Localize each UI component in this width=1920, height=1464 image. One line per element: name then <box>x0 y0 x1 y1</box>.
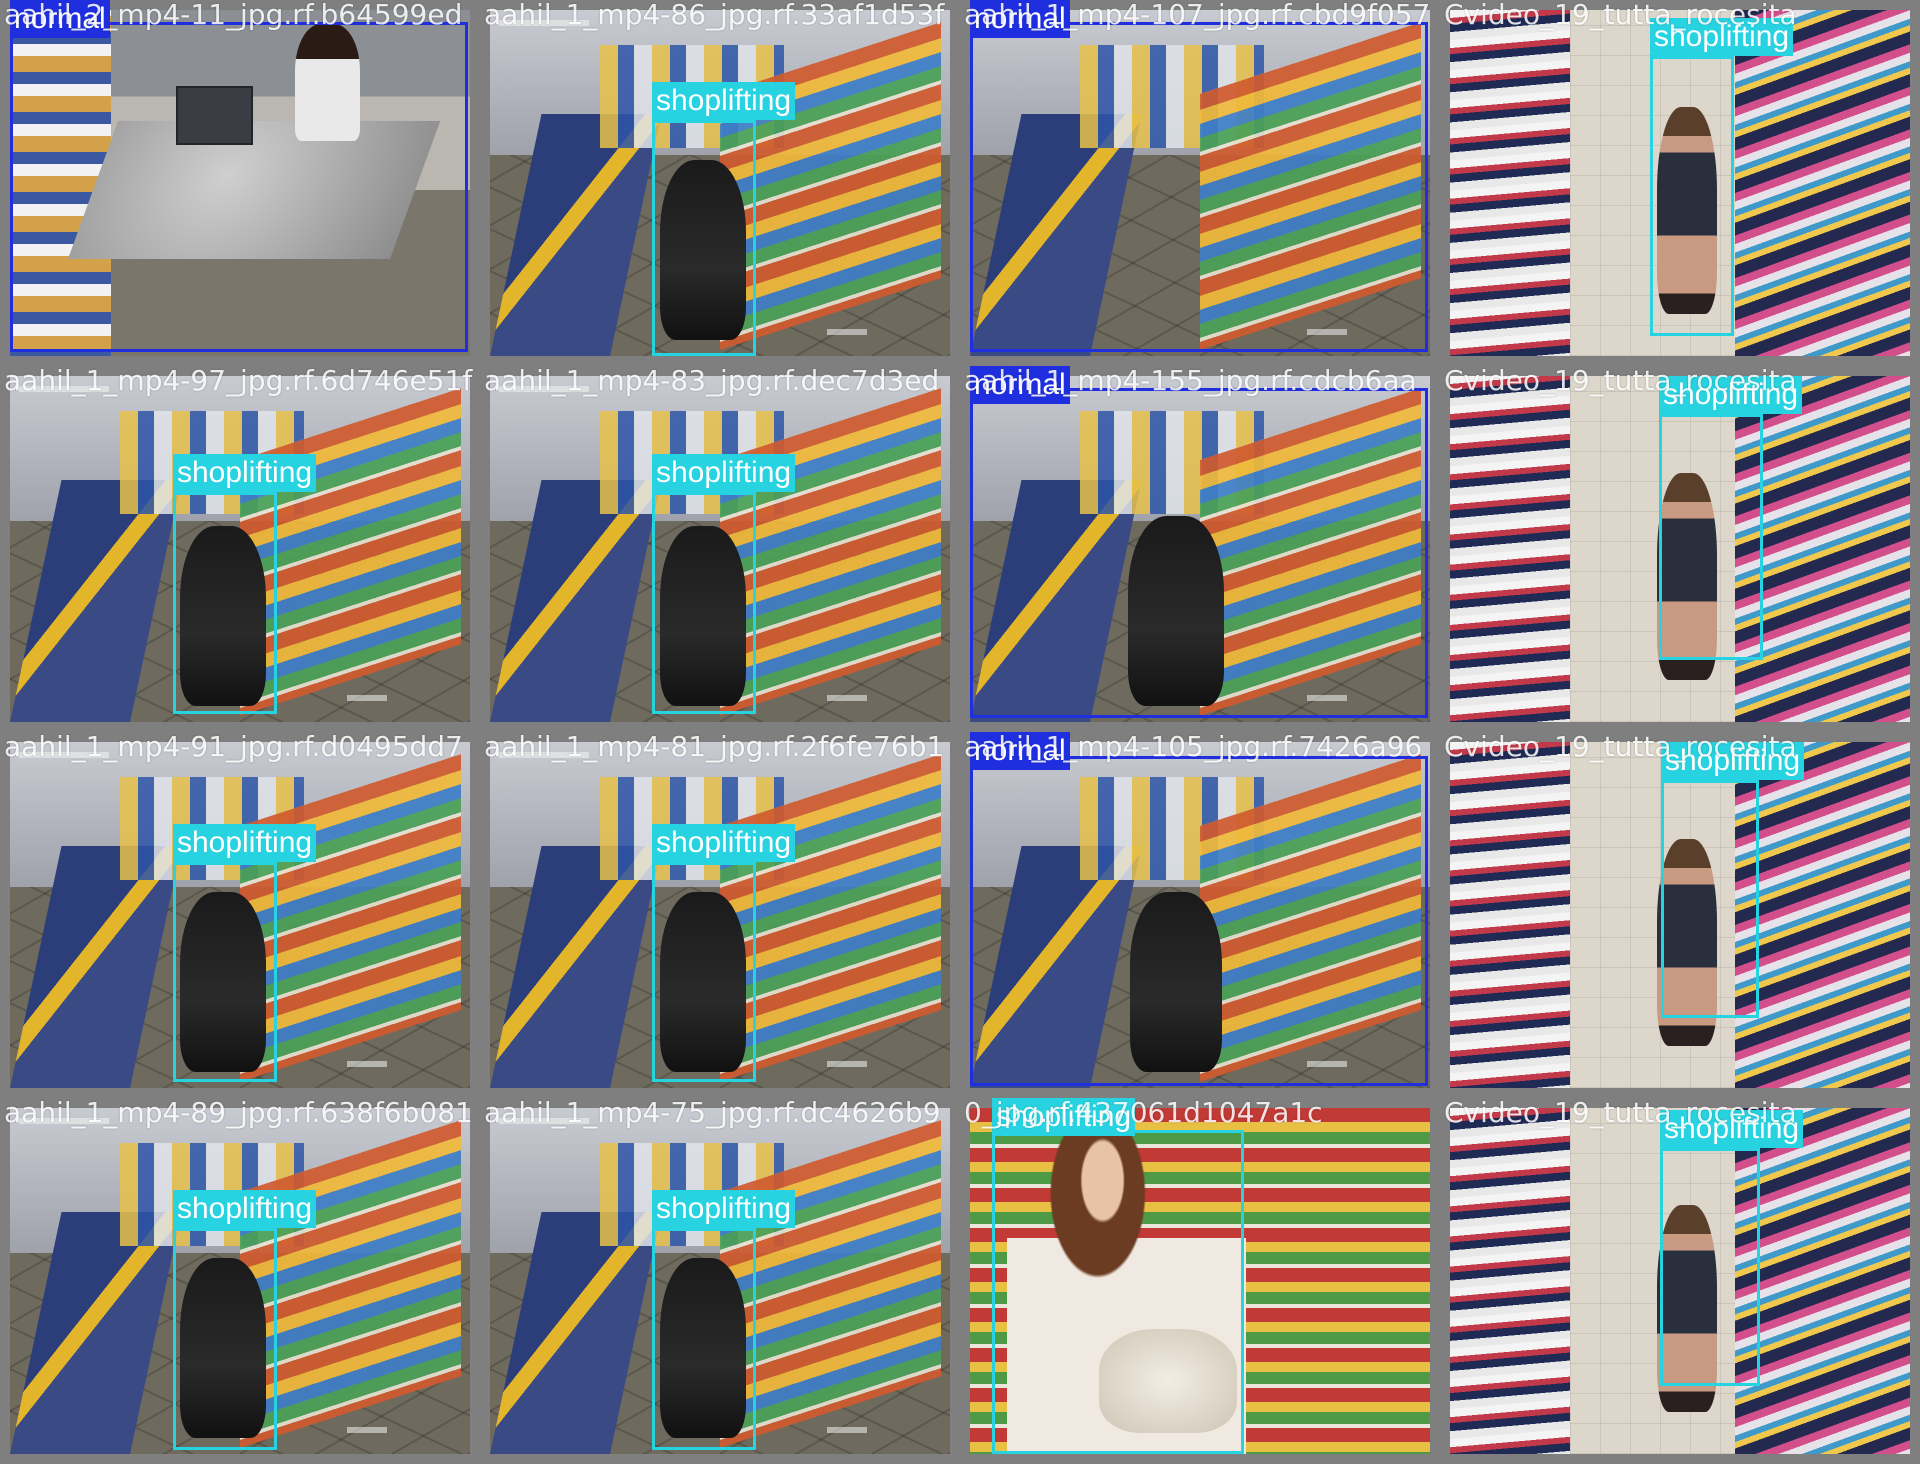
image-filename: aahil_1_mp4-89_jpg.rf.638f6b081 <box>4 1098 473 1129</box>
image-filename: aahil_1_mp4-107_jpg.rf.cbd9f057 <box>964 0 1431 31</box>
right-rack <box>1735 1108 1910 1454</box>
bounding-box <box>1661 780 1759 1018</box>
bounding-box <box>173 862 277 1082</box>
bounding-box <box>1660 1148 1760 1386</box>
bounding-box <box>173 1228 277 1450</box>
image-filename: aahil_1_mp4-155_jpg.rf.cdcb6aa <box>964 366 1417 397</box>
bounding-box <box>970 388 1428 718</box>
mosaic-tile: shoplifting Cvideo_19_tutta_rocesita <box>1440 366 1920 732</box>
bounding-box <box>652 492 756 714</box>
image-filename: aahil_1_mp4-83_jpg.rf.dec7d3ed <box>484 366 940 397</box>
bounding-box <box>173 492 277 714</box>
mosaic-tile: shoplifting Cvideo_19_tutta_rocesita <box>1440 1098 1920 1464</box>
camera-label-overlay <box>347 1427 388 1434</box>
left-rack <box>1450 1108 1570 1454</box>
bounding-box <box>1659 414 1763 660</box>
left-rack <box>1450 742 1570 1088</box>
bounding-box <box>992 1130 1244 1454</box>
class-label: shoplifting <box>173 1190 317 1228</box>
bounding-box <box>652 862 756 1082</box>
mosaic-tile: shoplifting aahil_1_mp4-83_jpg.rf.dec7d3e… <box>480 366 960 732</box>
camera-label-overlay <box>827 695 868 702</box>
bounding-box <box>970 756 1428 1086</box>
mosaic-tile: normal aahil_1_mp4-107_jpg.rf.cbd9f057 <box>960 0 1440 366</box>
mosaic-tile: shoplifting aahil_1_mp4-86_jpg.rf.33af1d5… <box>480 0 960 366</box>
image-filename: aahil_1_mp4-81_jpg.rf.2f6fe76b1 <box>484 732 945 763</box>
class-label: shoplifting <box>652 824 796 862</box>
image-filename: 0_jpg.rf.437061d1047a1c <box>964 1098 1323 1129</box>
image-filename: aahil_1_mp4-91_jpg.rf.d0495dd7 <box>4 732 463 763</box>
camera-label-overlay <box>827 1427 868 1434</box>
bounding-box <box>652 1228 756 1450</box>
image-filename: Cvideo_19_tutta_rocesita <box>1444 0 1797 31</box>
image-filename: Cvideo_19_tutta_rocesita <box>1444 732 1797 763</box>
right-rack <box>1735 10 1910 356</box>
mosaic-tile: shoplifting aahil_1_mp4-89_jpg.rf.638f6b0… <box>0 1098 480 1464</box>
mosaic-tile: normal aahil_1_mp4-105_jpg.rf.7426a96 <box>960 732 1440 1098</box>
class-label: shoplifting <box>173 824 317 862</box>
mosaic-tile: shoplifting 0_jpg.rf.437061d1047a1c <box>960 1098 1440 1464</box>
left-rack <box>1450 376 1570 722</box>
image-filename: aahil_1_mp4-97_jpg.rf.6d746e51f <box>4 366 473 397</box>
camera-label-overlay <box>827 1061 868 1068</box>
mosaic-tile: shoplifting aahil_1_mp4-91_jpg.rf.d0495dd… <box>0 732 480 1098</box>
mosaic-tile: shoplifting Cvideo_19_tutta_rocesita <box>1440 732 1920 1098</box>
camera-label-overlay <box>347 695 388 702</box>
image-filename: Cvideo_19_tutta_rocesita <box>1444 366 1797 397</box>
right-rack <box>1735 742 1910 1088</box>
mosaic-tile: normal aahil_1_mp4-155_jpg.rf.cdcb6aa <box>960 366 1440 732</box>
class-label: shoplifting <box>652 1190 796 1228</box>
class-label: shoplifting <box>652 454 796 492</box>
bounding-box <box>1650 56 1734 336</box>
detection-mosaic: normal aahil_2_mp4-11_jpg.rf.b64599ed shop… <box>0 0 1920 1464</box>
image-filename: aahil_1_mp4-105_jpg.rf.7426a96 <box>964 732 1423 763</box>
bounding-box <box>652 120 756 356</box>
bounding-box <box>970 22 1428 352</box>
image-filename: aahil_1_mp4-86_jpg.rf.33af1d53f <box>484 0 945 31</box>
camera-label-overlay <box>347 1061 388 1068</box>
image-filename: aahil_1_mp4-75_jpg.rf.dc4626b9 <box>484 1098 941 1129</box>
image-filename: Cvideo_19_tutta_rocesita <box>1444 1098 1797 1129</box>
image-filename: aahil_2_mp4-11_jpg.rf.b64599ed <box>4 0 463 31</box>
mosaic-tile: shoplifting aahil_1_mp4-81_jpg.rf.2f6fe76… <box>480 732 960 1098</box>
bounding-box <box>10 22 468 352</box>
class-label: shoplifting <box>652 82 796 120</box>
mosaic-tile: shoplifting Cvideo_19_tutta_rocesita <box>1440 0 1920 366</box>
mosaic-tile: shoplifting aahil_1_mp4-97_jpg.rf.6d746e5… <box>0 366 480 732</box>
mosaic-tile: normal aahil_2_mp4-11_jpg.rf.b64599ed <box>0 0 480 366</box>
camera-label-overlay <box>827 329 868 336</box>
class-label: shoplifting <box>173 454 317 492</box>
mosaic-tile: shoplifting aahil_1_mp4-75_jpg.rf.dc4626b… <box>480 1098 960 1464</box>
left-rack <box>1450 10 1570 356</box>
